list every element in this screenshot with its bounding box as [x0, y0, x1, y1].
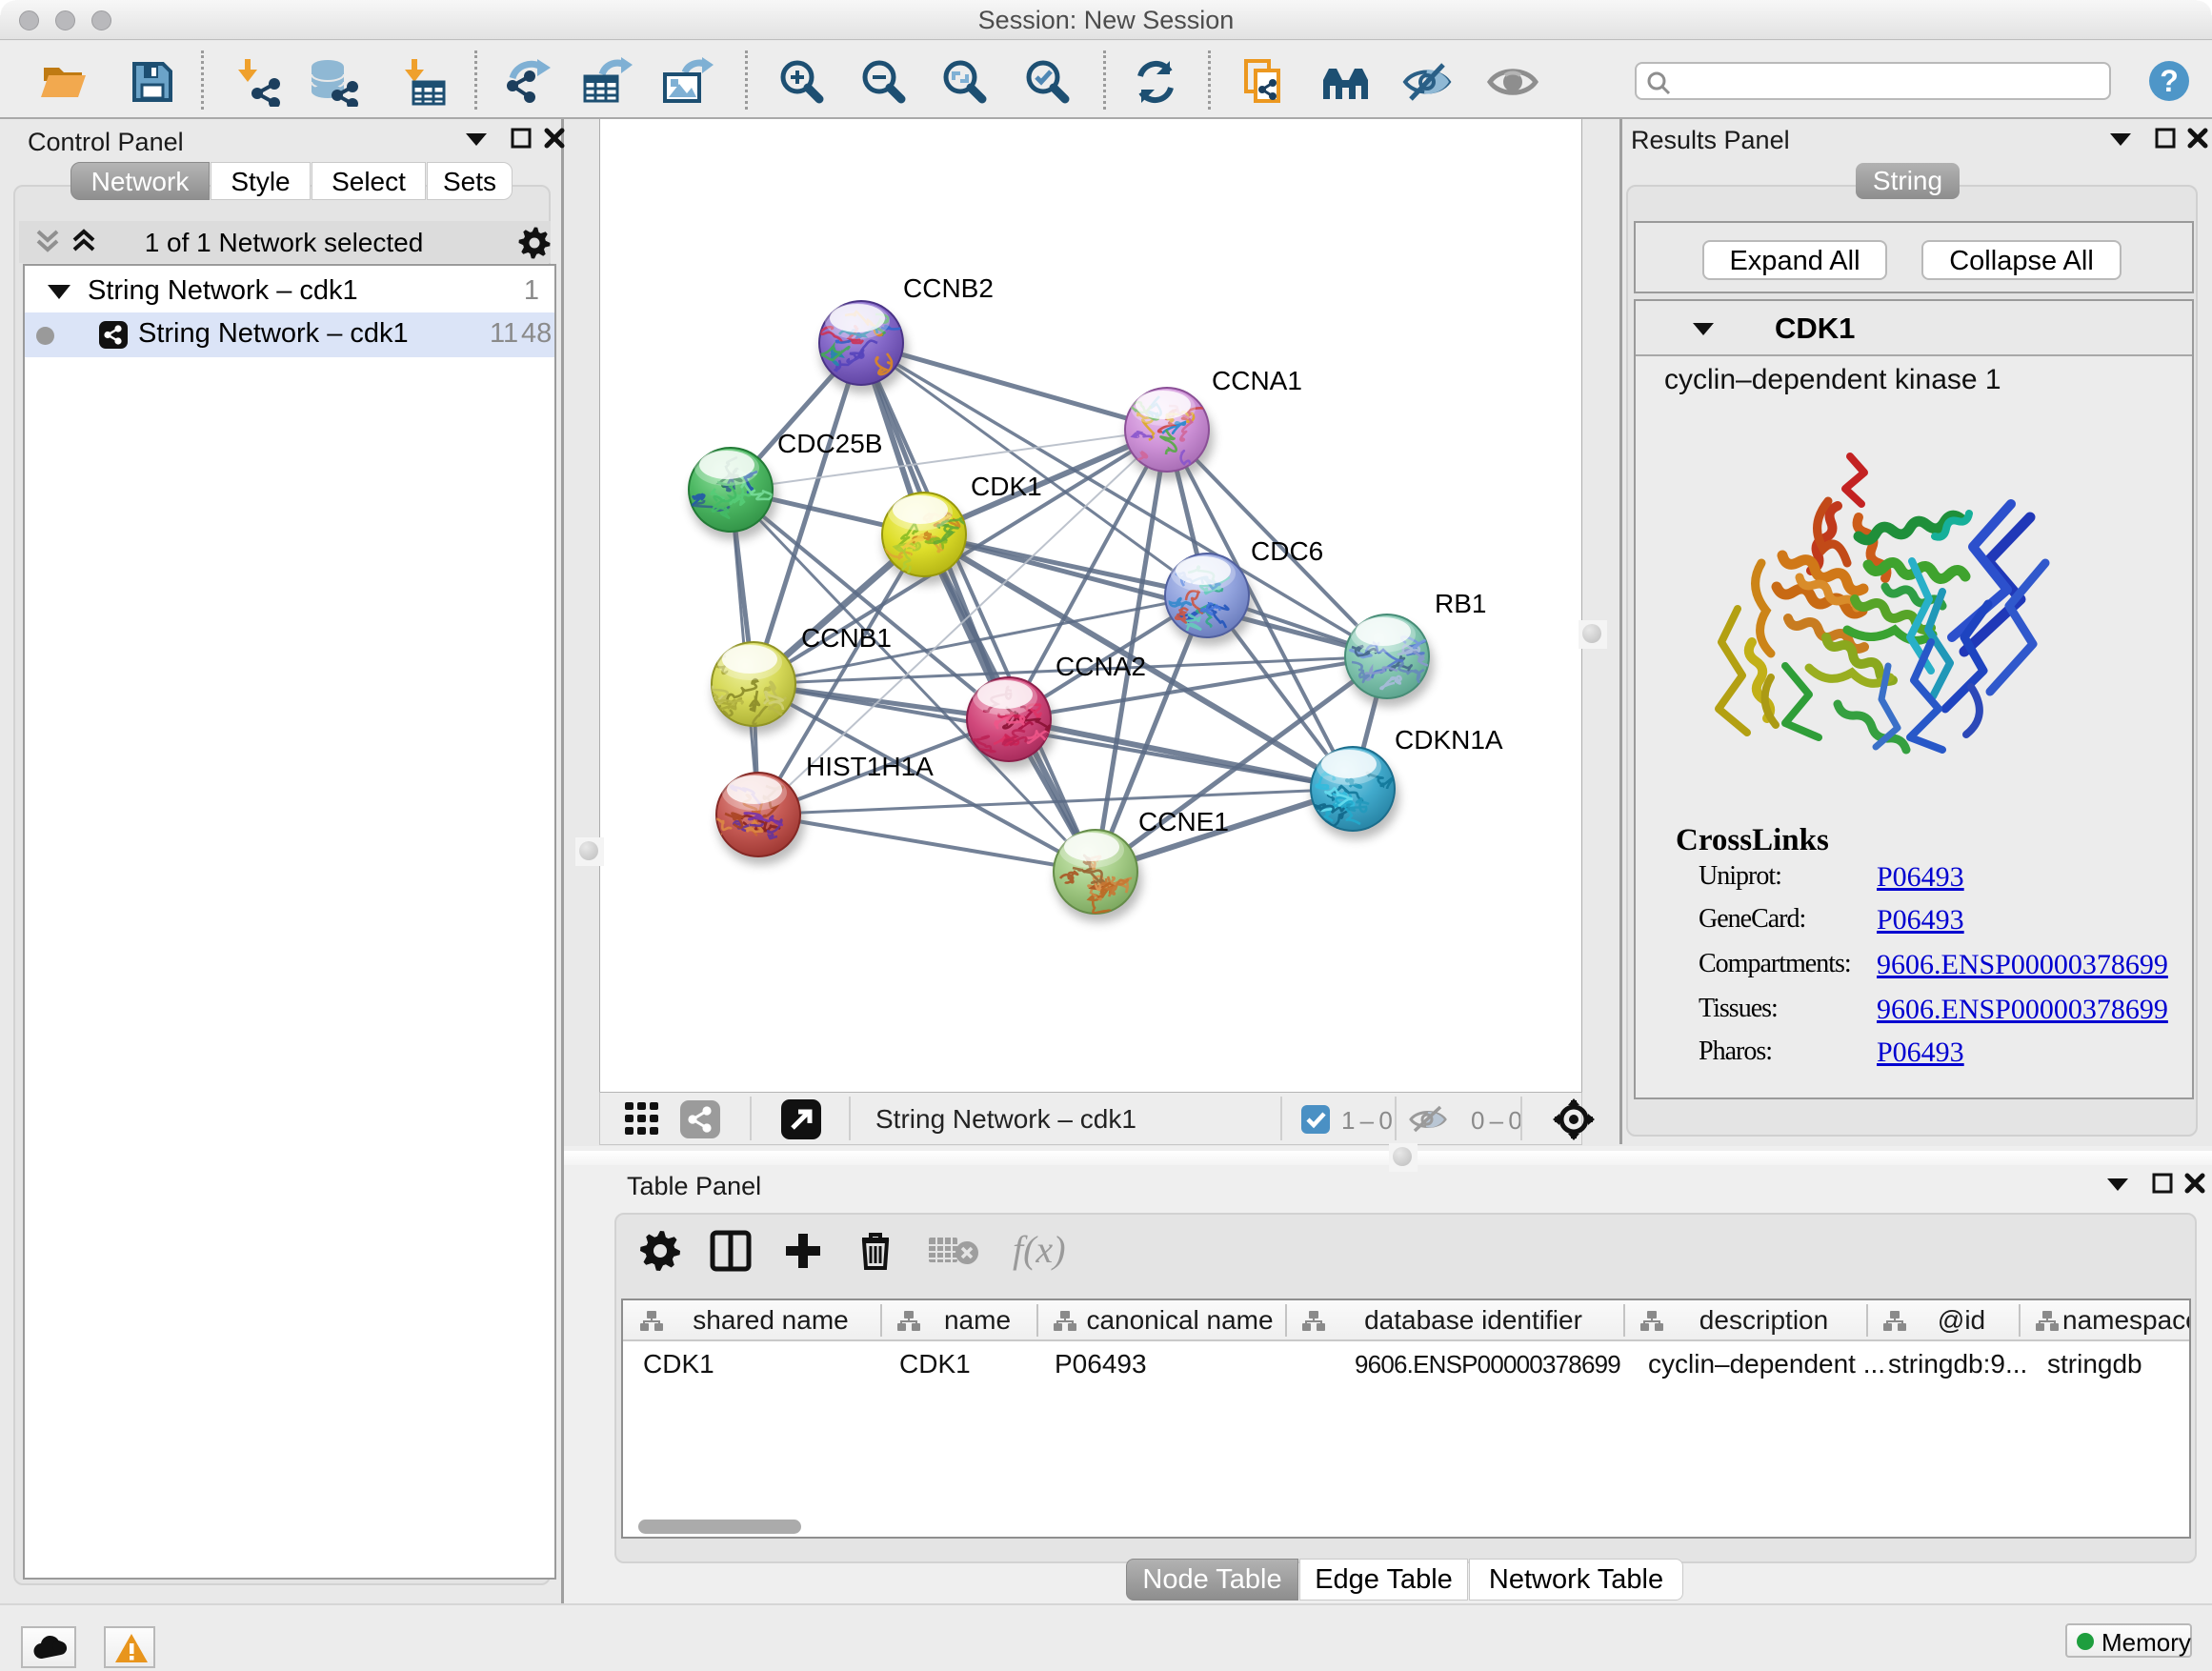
svg-text:HIST1H1A: HIST1H1A	[806, 752, 934, 781]
svg-text:CCNA2: CCNA2	[1056, 652, 1146, 681]
svg-text:CDC6: CDC6	[1251, 536, 1323, 566]
svg-text:CDC25B: CDC25B	[777, 429, 882, 458]
svg-text:CCNA1: CCNA1	[1212, 366, 1302, 395]
svg-text:f(x): f(x)	[1013, 1228, 1066, 1271]
svg-text:RB1: RB1	[1435, 589, 1486, 618]
svg-text:CCNB2: CCNB2	[903, 273, 994, 303]
svg-text:CDK1: CDK1	[971, 472, 1042, 501]
svg-text:CDKN1A: CDKN1A	[1395, 725, 1503, 755]
svg-text:CCNE1: CCNE1	[1138, 807, 1229, 836]
svg-text:CCNB1: CCNB1	[801, 623, 892, 653]
svg-text:?: ?	[2160, 64, 2179, 98]
